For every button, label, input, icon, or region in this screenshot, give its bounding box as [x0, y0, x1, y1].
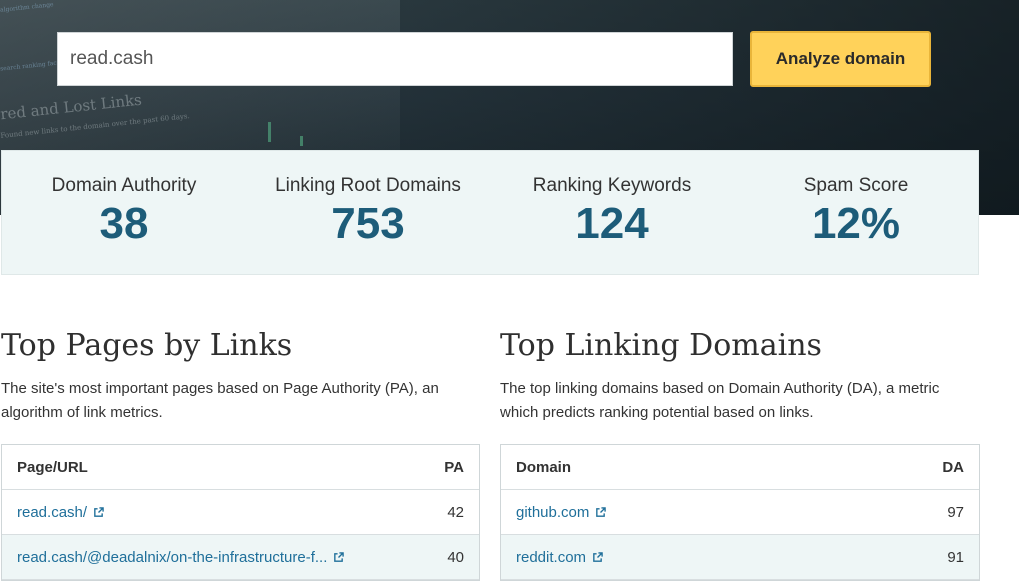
domain-link[interactable]: reddit.com: [516, 549, 586, 566]
external-link-icon[interactable]: [93, 506, 104, 518]
hero-chart-bar: [300, 136, 303, 146]
top-domains-description: The top linking domains based on Domain …: [500, 380, 940, 421]
table-row: read.cash/ 42: [2, 490, 479, 535]
domain-link[interactable]: github.com: [516, 504, 589, 521]
table-row: reddit.com 91: [501, 535, 979, 580]
top-pages-title: Top Pages by Links: [1, 328, 293, 363]
top-pages-table: Page/URL PA read.cash/ 42 read.cash/@dea…: [1, 444, 480, 581]
stat-value: 124: [575, 199, 649, 248]
stats-panel: Domain Authority 38 Linking Root Domains…: [1, 150, 979, 275]
stat-label: Ranking Keywords: [532, 175, 692, 196]
top-pages-section: Top Pages by Links The site's most impor…: [1, 328, 481, 425]
column-header-pa: PA: [444, 458, 464, 476]
column-header-da: DA: [942, 458, 964, 476]
page-link[interactable]: read.cash/@deadalnix/on-the-infrastructu…: [17, 549, 327, 566]
table-row: github.com 97: [501, 490, 979, 535]
top-domains-title: Top Linking Domains: [500, 328, 822, 363]
external-link-icon[interactable]: [592, 551, 603, 563]
stat-label: Linking Root Domains: [275, 175, 461, 196]
top-domains-section: Top Linking Domains The top linking doma…: [500, 328, 980, 425]
external-link-icon[interactable]: [333, 551, 345, 563]
stat-value: 12%: [811, 199, 901, 248]
top-domains-table: Domain DA github.com 97 reddit.com 91: [500, 444, 980, 581]
pa-value: 42: [447, 503, 464, 521]
pa-value: 40: [447, 548, 464, 566]
hero-chart-bar: [268, 122, 271, 142]
domain-search-input[interactable]: [57, 32, 733, 86]
column-header-domain: Domain: [516, 458, 572, 476]
stat-label: Spam Score: [803, 175, 909, 196]
table-header: Page/URL PA: [2, 445, 479, 490]
table-row: read.cash/@deadalnix/on-the-infrastructu…: [2, 535, 479, 580]
stat-value: 38: [99, 199, 149, 248]
stat-label: Domain Authority: [51, 175, 197, 196]
da-value: 91: [947, 548, 964, 566]
stat-spam-score: Spam Score 12%: [734, 151, 978, 274]
top-pages-description: The site's most important pages based on…: [1, 380, 439, 421]
stat-linking-root-domains: Linking Root Domains 753: [246, 151, 490, 274]
column-header-page-url: Page/URL: [17, 458, 88, 476]
page-link[interactable]: read.cash/: [17, 504, 87, 521]
da-value: 97: [947, 503, 964, 521]
stat-domain-authority: Domain Authority 38: [2, 151, 246, 274]
analyze-domain-button[interactable]: Analyze domain: [750, 31, 931, 87]
external-link-icon[interactable]: [595, 506, 607, 518]
stat-ranking-keywords: Ranking Keywords 124: [490, 151, 734, 274]
table-header: Domain DA: [501, 445, 979, 490]
stat-value: 753: [331, 199, 405, 248]
